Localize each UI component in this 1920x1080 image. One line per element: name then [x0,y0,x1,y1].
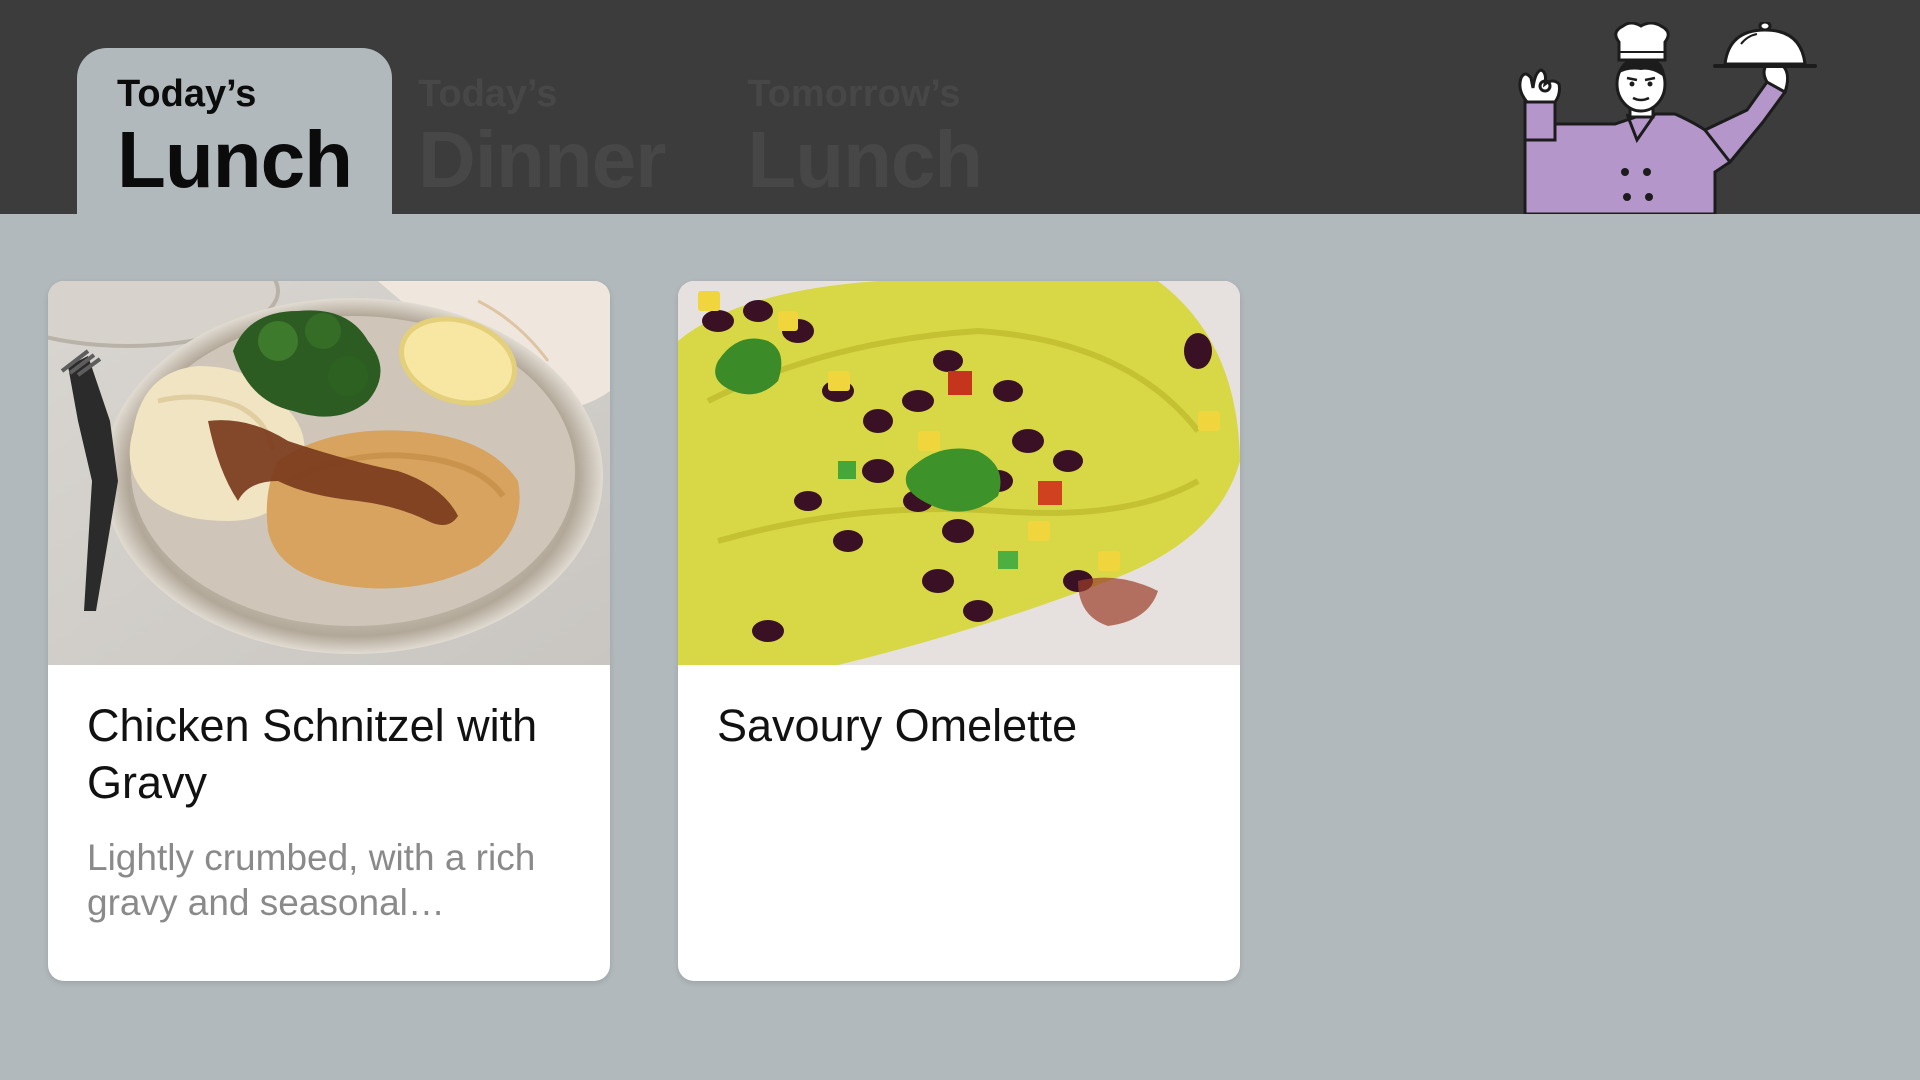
tab-meal-label: Lunch [747,115,983,204]
meal-cards: Chicken Schnitzel with Gravy Lightly cru… [48,281,1240,981]
card-body: Savoury Omelette [678,665,1240,754]
tab-day-label: Today’s [417,73,558,115]
meal-title: Chicken Schnitzel with Gravy [87,700,538,808]
meal-tabs: Today’s Lunch Today’s Dinner Tomorrow’s … [77,48,1022,214]
tab-meal-label: Lunch [117,115,353,204]
meal-card-schnitzel[interactable]: Chicken Schnitzel with Gravy Lightly cru… [48,281,610,981]
schnitzel-image [48,281,610,665]
tab-meal-label: Dinner [417,115,666,204]
tab-todays-lunch[interactable]: Today’s Lunch [77,48,392,214]
tab-tomorrows-lunch[interactable]: Tomorrow’s Lunch [707,48,1022,214]
card-body: Chicken Schnitzel with Gravy Lightly cru… [48,665,610,925]
chef-icon [1518,22,1817,214]
tab-todays-dinner[interactable]: Today’s Dinner [392,48,707,214]
app-root: Today’s Lunch Today’s Dinner Tomorrow’s … [0,0,1920,1080]
meal-title: Savoury Omelette [717,700,1078,751]
header-bar: Today’s Lunch Today’s Dinner Tomorrow’s … [0,0,1920,214]
meal-description: Lightly crumbed, with a rich gravy and s… [87,837,536,923]
omelette-image [678,281,1240,665]
tab-day-label: Today’s [117,73,257,115]
meal-card-omelette[interactable]: Savoury Omelette [678,281,1240,981]
tab-day-label: Tomorrow’s [747,73,961,115]
